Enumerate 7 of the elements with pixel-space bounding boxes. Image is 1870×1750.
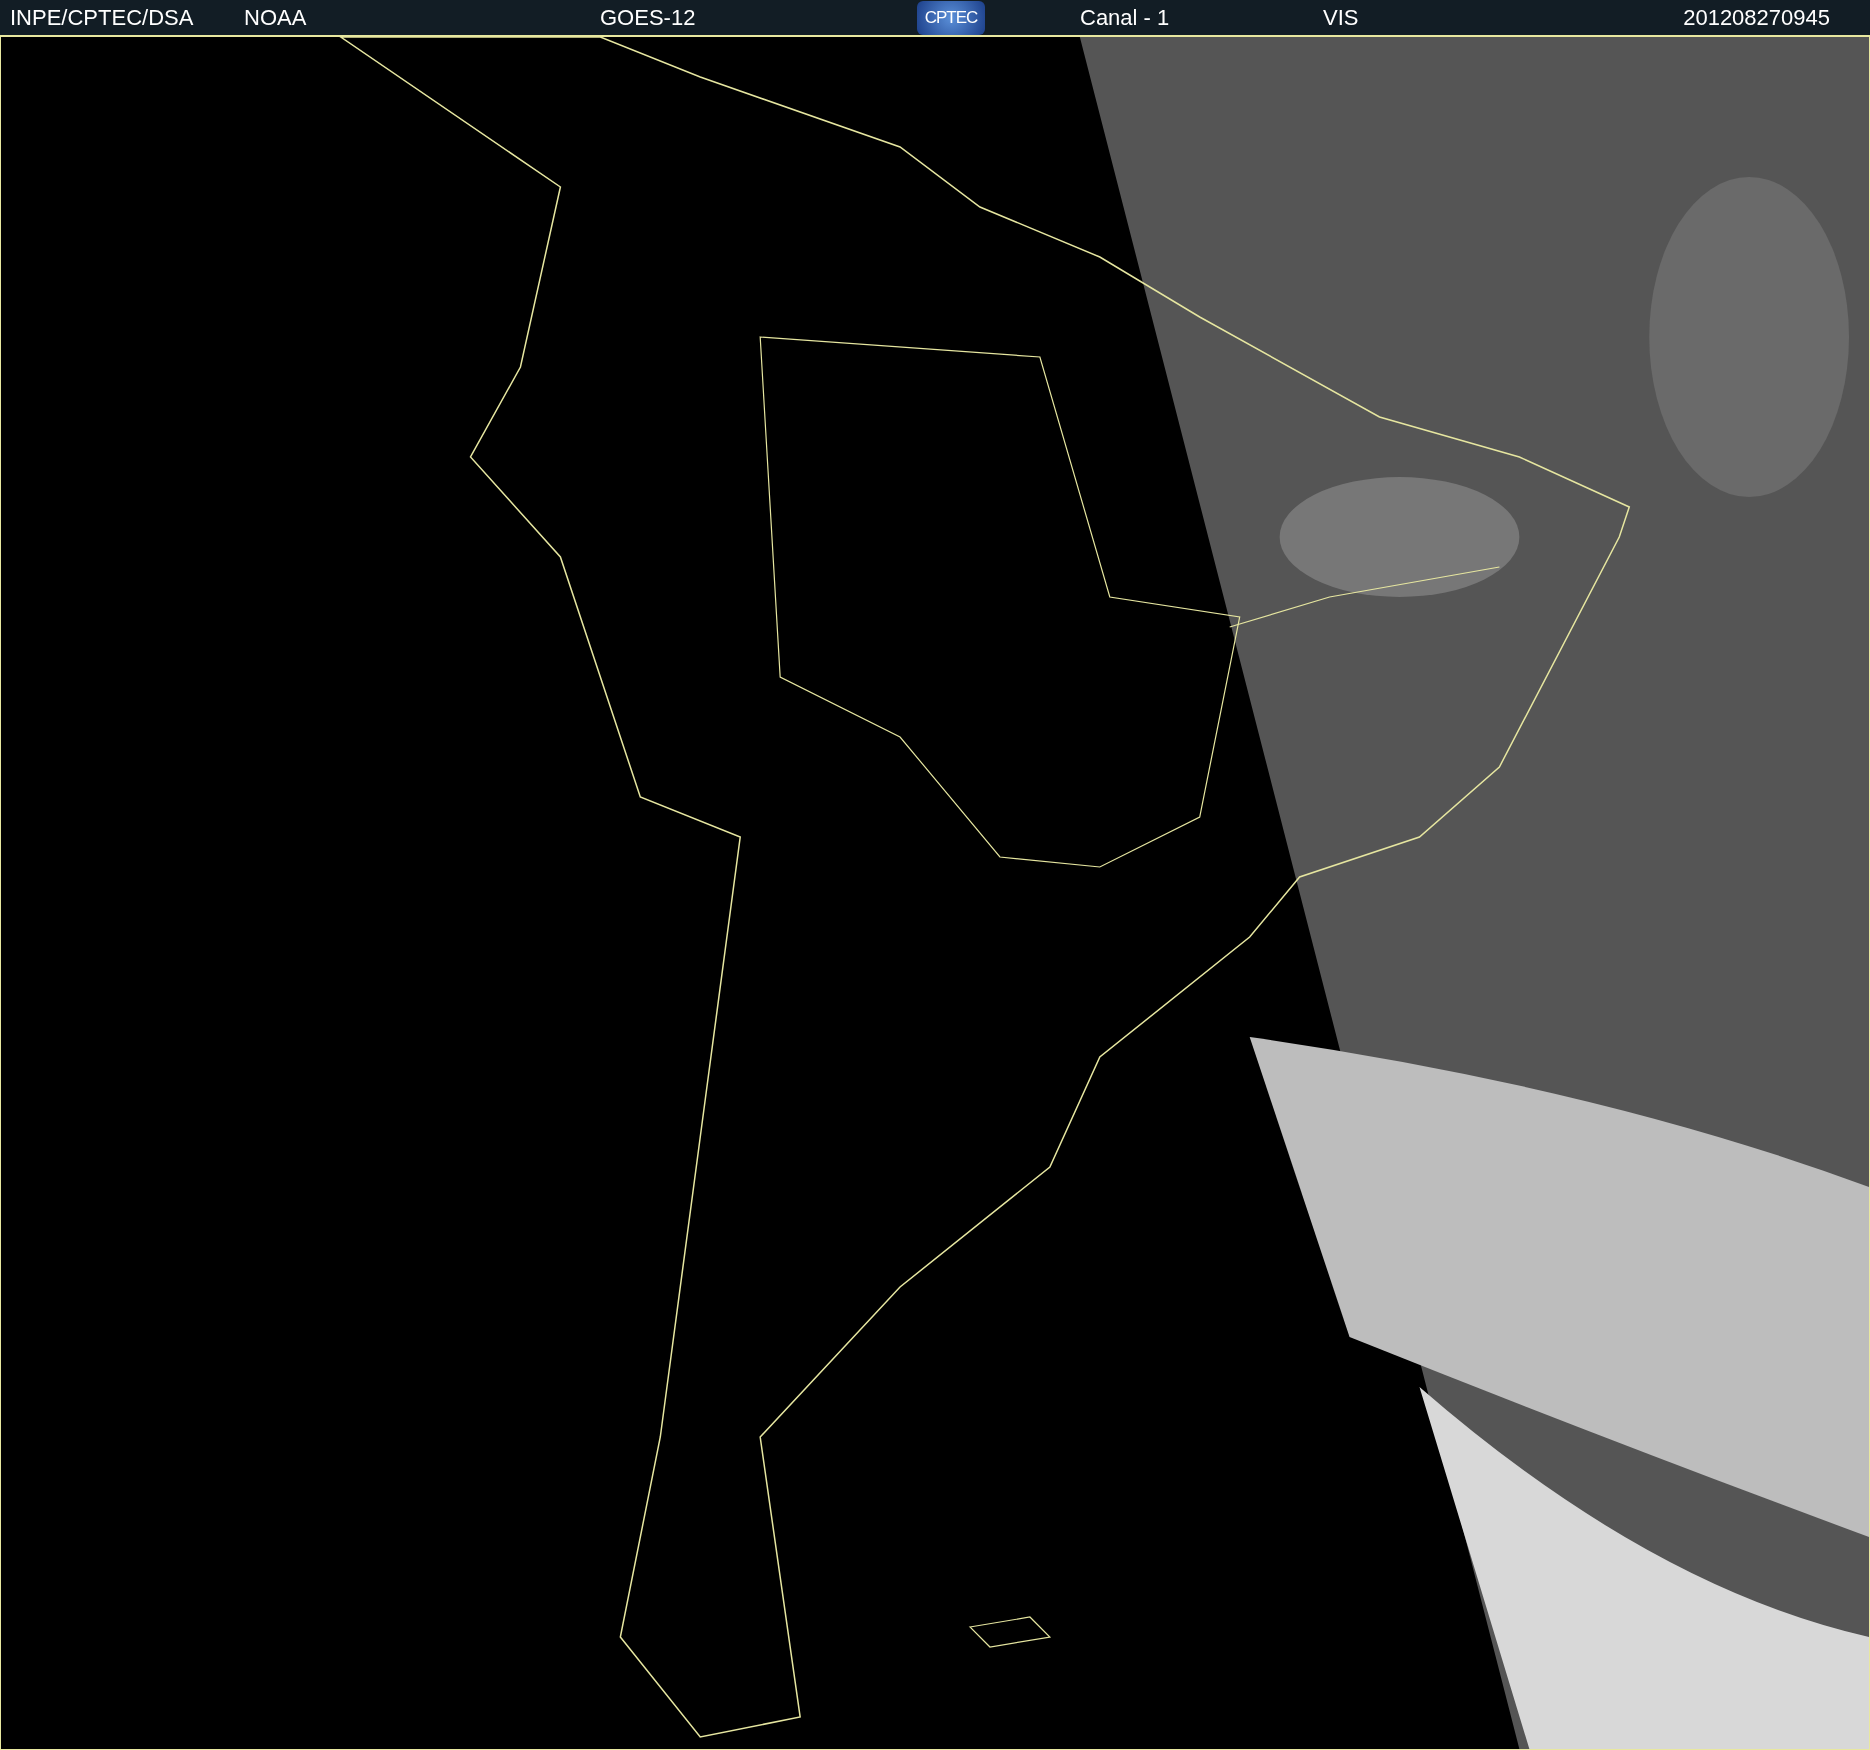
band-label: VIS	[1323, 4, 1359, 32]
agency-label: NOAA	[244, 4, 307, 32]
satellite-label: GOES-12	[600, 4, 696, 32]
timestamp-label: 201208270945	[1683, 4, 1830, 32]
channel-label: Canal - 1	[1080, 4, 1170, 32]
logo: CPTEC	[917, 0, 985, 35]
source-label: INPE/CPTEC/DSA	[10, 4, 194, 32]
